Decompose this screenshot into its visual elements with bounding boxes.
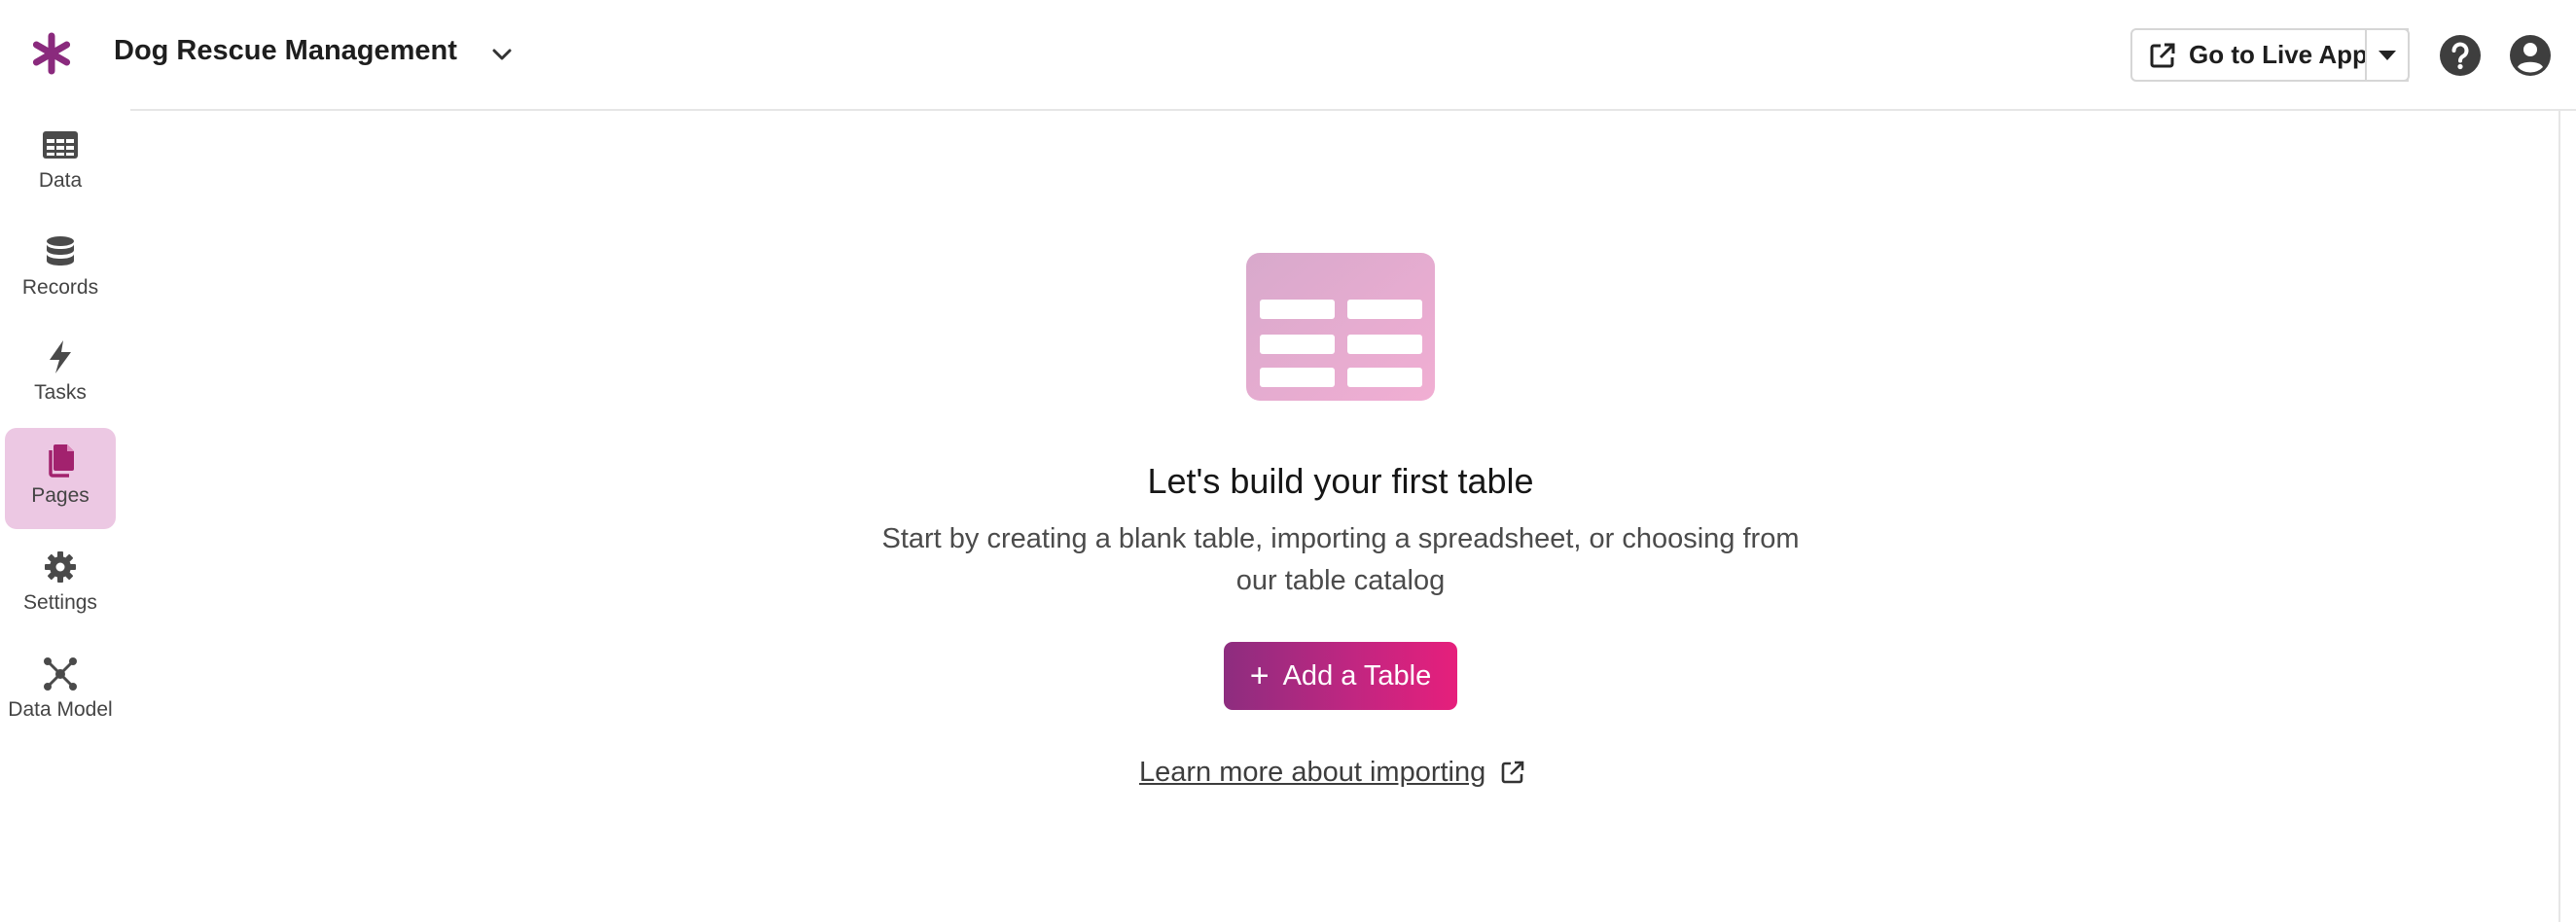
data-model-icon (44, 657, 77, 691)
gear-icon (45, 551, 76, 583)
live-app-dropdown-button[interactable] (2365, 28, 2410, 82)
sidebar-item-records[interactable]: Records (5, 220, 116, 321)
help-icon[interactable] (2438, 33, 2483, 78)
external-link-icon (2150, 43, 2175, 67)
learn-more-label: Learn more about importing (1139, 756, 1486, 788)
content-scrollbar-track[interactable] (2558, 111, 2560, 922)
lightning-icon (50, 340, 71, 373)
user-avatar-icon[interactable] (2508, 33, 2553, 78)
sidebar-item-label: Data Model (8, 698, 113, 721)
go-to-live-app-label: Go to Live App (2189, 40, 2368, 69)
top-bar: Dog Rescue Management Go to Live App (0, 0, 2576, 109)
caret-down-icon (2379, 50, 2396, 60)
sidebar-item-label: Tasks (34, 381, 87, 404)
table-illustration-icon (1246, 253, 1435, 401)
sidebar-item-settings[interactable]: Settings (5, 535, 116, 636)
content-divider (130, 109, 2576, 111)
sidebar-item-label: Data (38, 169, 83, 192)
plus-icon: + (1249, 657, 1270, 694)
asterisk-logo-icon[interactable] (29, 31, 74, 76)
app-title[interactable]: Dog Rescue Management (114, 35, 457, 67)
table-icon (43, 131, 78, 159)
sidebar-item-data-model[interactable]: Data Model (5, 642, 116, 743)
sidebar-item-label: Settings (23, 591, 97, 614)
chevron-down-icon[interactable] (486, 39, 518, 70)
empty-state-title: Let's build your first table (1147, 461, 1534, 501)
sidebar-item-tasks[interactable]: Tasks (5, 325, 116, 426)
database-icon (47, 236, 74, 266)
sidebar-item-data[interactable]: Data (5, 113, 116, 214)
learn-more-importing-link[interactable]: Learn more about importing (1139, 753, 1526, 792)
app-root: Dog Rescue Management Go to Live App Dat… (0, 0, 2576, 922)
add-table-label: Add a Table (1282, 659, 1432, 692)
empty-state-description: Start by creating a blank table, importi… (881, 523, 1800, 596)
external-link-icon (1501, 761, 1524, 784)
add-table-button[interactable]: + Add a Table (1224, 642, 1457, 710)
sidebar-item-label: Records (21, 276, 99, 299)
